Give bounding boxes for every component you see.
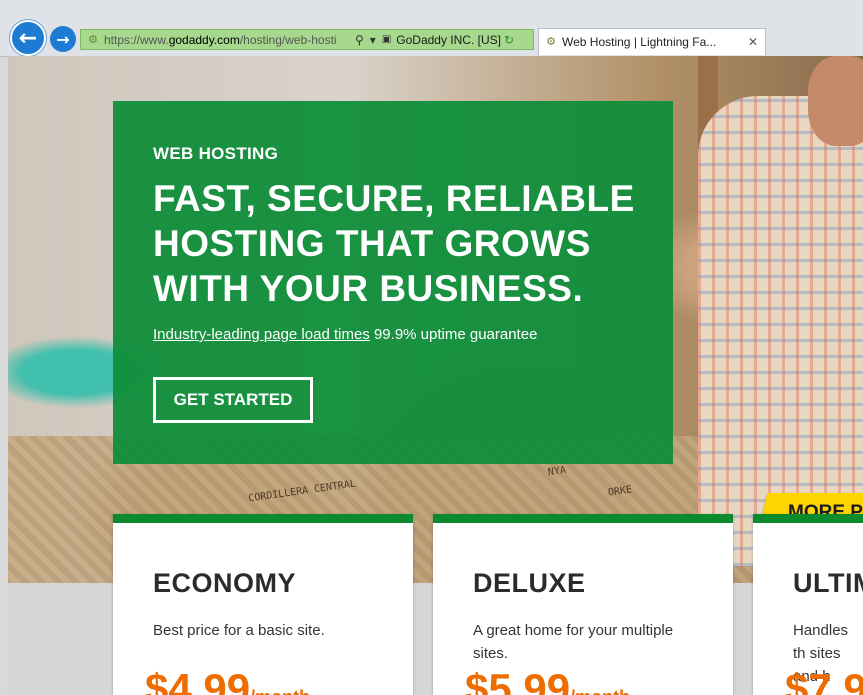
plan-card-economy[interactable]: ECONOMY Best price for a basic site. $4.… [113, 514, 413, 695]
uptime-text: 99.9% uptime guarantee [369, 326, 538, 343]
plan-card-ultimate[interactable]: ULTIM Handles th sites and h $7.9 [753, 514, 863, 695]
plan-description: A great home for your multiple sites. [473, 622, 674, 662]
browser-chrome: ← → ⚙ https://www.godaddy.com/hosting/we… [0, 0, 863, 57]
godaddy-favicon-icon: ⚙ [88, 33, 98, 46]
back-arrow-icon[interactable]: ← [10, 20, 46, 56]
price-period: /month [570, 687, 630, 695]
page-load-link[interactable]: Industry-leading page load times [153, 326, 370, 343]
plan-name: ULTIM [793, 568, 863, 598]
price-amount: $7.9 [785, 665, 863, 695]
promo-box: WEB HOSTING FAST, SECURE, RELIABLE HOSTI… [113, 101, 673, 464]
browser-tab[interactable]: ⚙ Web Hosting | Lightning Fa... ✕ [538, 28, 766, 55]
url-text[interactable]: https://www.godaddy.com/hosting/web-host… [104, 33, 352, 47]
plan-name: ECONOMY [153, 568, 297, 598]
plan-price: $5.99/month [465, 665, 630, 695]
price-amount: $4.99 [145, 665, 251, 695]
url-host: godaddy.com [168, 32, 240, 47]
certificate-label[interactable]: GoDaddy INC. [US] [396, 33, 501, 47]
eyebrow-label: WEB HOSTING [153, 144, 279, 163]
get-started-button[interactable]: GET STARTED [153, 377, 313, 423]
close-icon[interactable]: ✕ [748, 35, 758, 49]
plan-card-deluxe[interactable]: DELUXE A great home for your multiple si… [433, 514, 733, 695]
url-path: /hosting/web-hosti [239, 32, 337, 47]
search-icon[interactable]: ⚲ [355, 33, 364, 47]
forward-arrow-icon[interactable]: → [50, 26, 76, 52]
hero-headline: FAST, SECURE, RELIABLE HOSTING THAT GROW… [153, 178, 635, 309]
hero-subtext: Industry-leading page load times 99.9% u… [153, 326, 537, 343]
plan-name: DELUXE [473, 568, 586, 598]
address-bar[interactable]: ⚙ https://www.godaddy.com/hosting/web-ho… [80, 29, 534, 50]
tab-favicon-icon: ⚙ [546, 36, 556, 48]
dropdown-icon[interactable]: ▾ [370, 33, 376, 47]
price-period: /month [250, 687, 310, 695]
plan-price: $7.9 [785, 665, 863, 695]
price-amount: $5.99 [465, 665, 571, 695]
person-head-image [808, 56, 863, 146]
new-tab-area[interactable] [766, 28, 863, 55]
hero-banner: CORDILLERA CENTRAL NYA ORKE WEB HOSTING … [8, 56, 863, 583]
tab-title: Web Hosting | Lightning Fa... [562, 35, 717, 49]
lock-icon[interactable]: ▣ [382, 34, 391, 45]
refresh-icon[interactable]: ↻ [504, 33, 514, 47]
plan-price: $4.99/month [145, 665, 310, 695]
plan-description: Best price for a basic site. [153, 622, 325, 639]
url-scheme: https://www. [104, 32, 169, 47]
page-viewport: CORDILLERA CENTRAL NYA ORKE WEB HOSTING … [8, 56, 863, 695]
